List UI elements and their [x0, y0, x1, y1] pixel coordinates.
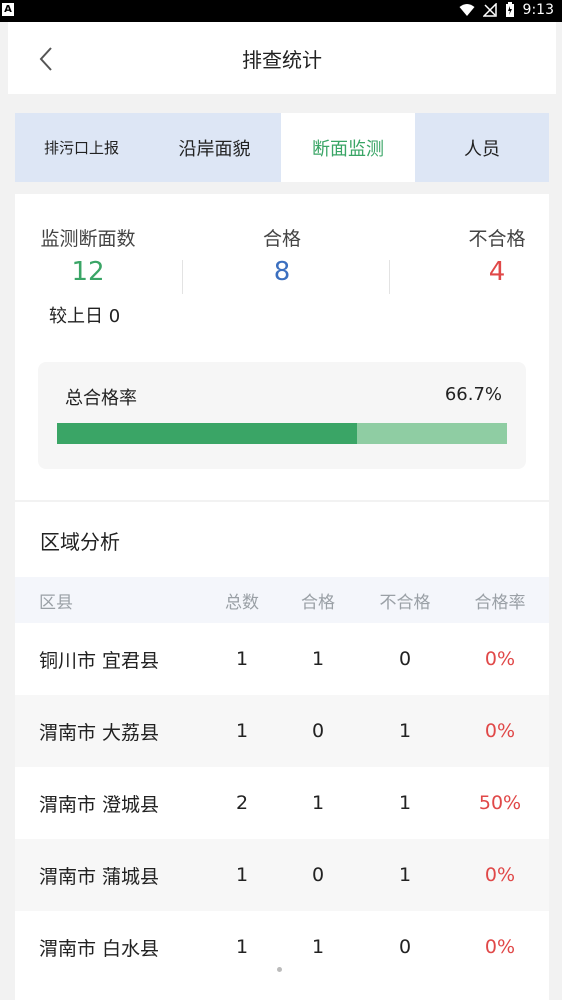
row-fail: 1: [398, 792, 412, 814]
row-pass: 1: [311, 936, 325, 958]
row-fail: 0: [398, 648, 412, 670]
signal-icon: [482, 3, 497, 17]
status-icons: 9:13: [459, 2, 554, 18]
tab-label: 人员: [464, 138, 500, 160]
stat-monitored: 监测断面数 12: [33, 224, 143, 287]
row-area: 渭南市 白水县: [39, 937, 160, 960]
row-rate: 0%: [484, 864, 516, 886]
tab-label: 断面监测: [312, 138, 384, 160]
row-pass: 0: [311, 864, 325, 886]
page-title: 排查统计: [242, 48, 322, 72]
stat-passed-value: 8: [273, 257, 291, 287]
row-area: 渭南市 澄城县: [39, 793, 160, 816]
scroll-indicator: [277, 967, 282, 972]
row-fail: 1: [398, 720, 412, 742]
row-fail: 0: [398, 936, 412, 958]
row-area: 铜川市 宜君县: [39, 649, 160, 672]
row-total: 1: [235, 648, 249, 670]
divider: [389, 260, 390, 294]
tab-outfall-report[interactable]: 排污口上报: [15, 113, 148, 182]
region-title: 区域分析: [40, 530, 120, 554]
row-fail: 1: [398, 864, 412, 886]
table-row[interactable]: 渭南市 澄城县 2 1 1 50%: [15, 767, 549, 839]
stat-monitored-label: 监测断面数: [40, 228, 136, 250]
battery-icon: [505, 2, 514, 17]
header-fail: 不合格: [379, 592, 431, 613]
row-total: 2: [235, 792, 249, 814]
header-area: 区县: [39, 592, 73, 613]
table-row[interactable]: 渭南市 白水县 1 1 0 0%: [15, 911, 549, 983]
tab-shore-appearance[interactable]: 沿岸面貌: [148, 113, 281, 182]
pass-rate-progress-fill: [57, 423, 358, 444]
region-analysis: 区域分析 区县 总数 合格 不合格 合格率 铜川市 宜君县 1 1 0 0% 渭…: [15, 502, 549, 1000]
row-total: 1: [235, 864, 249, 886]
pass-rate-label: 总合格率: [65, 388, 137, 409]
row-pass: 0: [311, 720, 325, 742]
tab-label: 排污口上报: [43, 139, 119, 157]
stat-passed-label: 合格: [262, 228, 301, 250]
row-pass: 1: [311, 648, 325, 670]
header-rate: 合格率: [474, 592, 526, 613]
stat-failed-label: 不合格: [468, 228, 526, 250]
tab-personnel[interactable]: 人员: [415, 113, 549, 182]
row-area: 渭南市 蒲城县: [39, 865, 160, 888]
stats-card: 监测断面数 12 合格 8 不合格 4 较上日 0 总合格率 66.7%: [15, 194, 549, 500]
status-bar: A 9:13: [0, 0, 562, 22]
tab-label: 沿岸面貌: [178, 138, 251, 160]
notification-badge: A: [2, 3, 14, 16]
table-header: 区县 总数 合格 不合格 合格率: [15, 577, 549, 623]
wifi-icon: [459, 4, 475, 16]
row-rate: 0%: [484, 720, 516, 742]
divider: [182, 260, 183, 294]
pass-rate-value: 66.7%: [444, 384, 502, 405]
status-time: 9:13: [522, 2, 554, 18]
header-total: 总数: [225, 592, 259, 613]
stat-passed: 合格 8: [232, 224, 332, 287]
row-area: 渭南市 大荔县: [39, 721, 160, 744]
table-row[interactable]: 铜川市 宜君县 1 1 0 0%: [15, 623, 549, 695]
table-row[interactable]: 渭南市 蒲城县 1 0 1 0%: [15, 839, 549, 911]
row-pass: 1: [311, 792, 325, 814]
row-rate: 50%: [478, 792, 522, 814]
row-rate: 0%: [484, 648, 516, 670]
stat-failed: 不合格 4: [447, 224, 547, 287]
stat-monitored-value: 12: [71, 257, 105, 287]
stat-failed-value: 4: [488, 257, 506, 287]
header-pass: 合格: [301, 592, 335, 613]
app-header: 排查统计: [8, 22, 556, 94]
row-rate: 0%: [484, 936, 516, 958]
tab-section-monitoring[interactable]: 断面监测: [281, 113, 415, 182]
row-total: 1: [235, 720, 249, 742]
compare-yesterday: 较上日 0: [49, 306, 121, 327]
row-total: 1: [235, 936, 249, 958]
table-row[interactable]: 渭南市 大荔县 1 0 1 0%: [15, 695, 549, 767]
pass-rate-panel: 总合格率 66.7%: [38, 362, 526, 469]
pass-rate-progress-bar: [57, 423, 507, 444]
tab-bar: 排污口上报 沿岸面貌 断面监测 人员: [15, 113, 549, 182]
